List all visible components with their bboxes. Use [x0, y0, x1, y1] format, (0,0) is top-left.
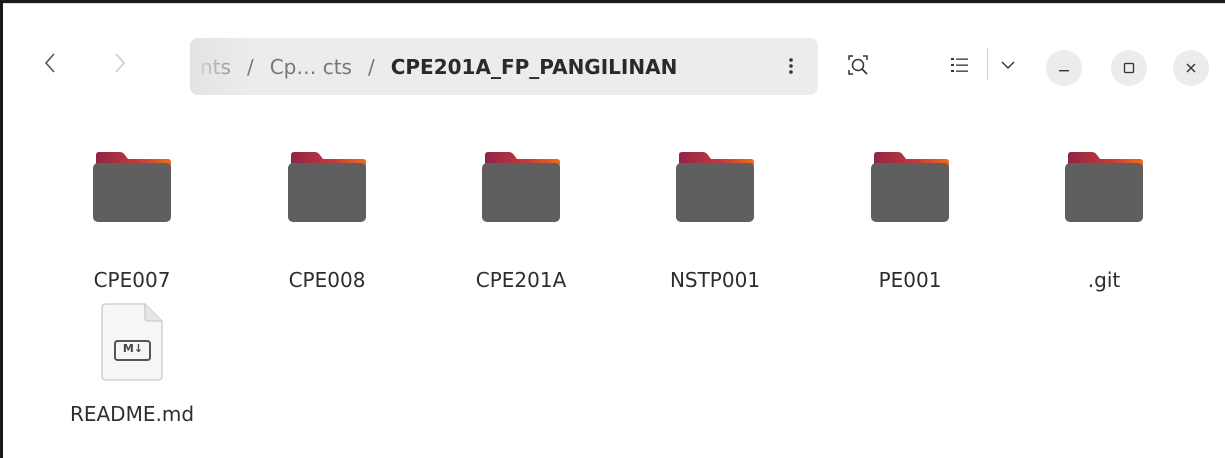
path-menu-button[interactable]: [780, 52, 802, 80]
search-icon: [848, 55, 868, 75]
path-bar[interactable]: nts / Cp… cts / CPE201A_FP_PANGILINAN: [190, 38, 818, 95]
close-button[interactable]: [1173, 50, 1209, 86]
search-button[interactable]: [841, 48, 875, 82]
list-view-icon: [951, 58, 968, 72]
folder-label: CPE007: [93, 268, 171, 292]
folder-icon: [871, 152, 949, 222]
maximize-icon: [1123, 62, 1135, 74]
folder-label: CPE008: [288, 268, 366, 292]
view-mode-button[interactable]: [945, 48, 975, 82]
chevron-right-icon: [115, 53, 126, 73]
folder-icon: [482, 152, 560, 222]
view-separator: [987, 48, 988, 80]
folder-icon: [676, 152, 754, 222]
maximize-button[interactable]: [1111, 50, 1147, 86]
folder-icon: [288, 152, 366, 222]
view-options-button[interactable]: [995, 48, 1021, 82]
vertical-ellipsis-icon: [789, 58, 793, 74]
chevron-down-icon: [1001, 61, 1015, 69]
path-separator: /: [367, 54, 375, 79]
close-icon: [1186, 63, 1196, 73]
markdown-badge: M↓: [122, 342, 144, 355]
folder-icon: [93, 152, 171, 222]
folder-label: PE001: [878, 268, 942, 292]
back-button[interactable]: [33, 46, 67, 80]
folder-label: CPE201A: [475, 268, 567, 292]
header-bar: nts / Cp… cts / CPE201A_FP_PANGILINAN: [3, 4, 1225, 122]
path-segment-projects[interactable]: Cp… cts: [270, 55, 352, 79]
chevron-left-icon: [44, 53, 55, 73]
folder-icon: [1065, 152, 1143, 222]
folder-label: .git: [1087, 268, 1121, 292]
minimize-button[interactable]: [1046, 50, 1082, 86]
minimize-icon: [1059, 70, 1069, 72]
path-segment-current[interactable]: CPE201A_FP_PANGILINAN: [391, 55, 678, 79]
path-fade: [190, 38, 250, 95]
file-manager-window: nts / Cp… cts / CPE201A_FP_PANGILINAN: [3, 3, 1225, 451]
folder-label: NSTP001: [669, 268, 761, 292]
forward-button[interactable]: [103, 46, 137, 80]
file-label: README.md: [69, 402, 195, 426]
